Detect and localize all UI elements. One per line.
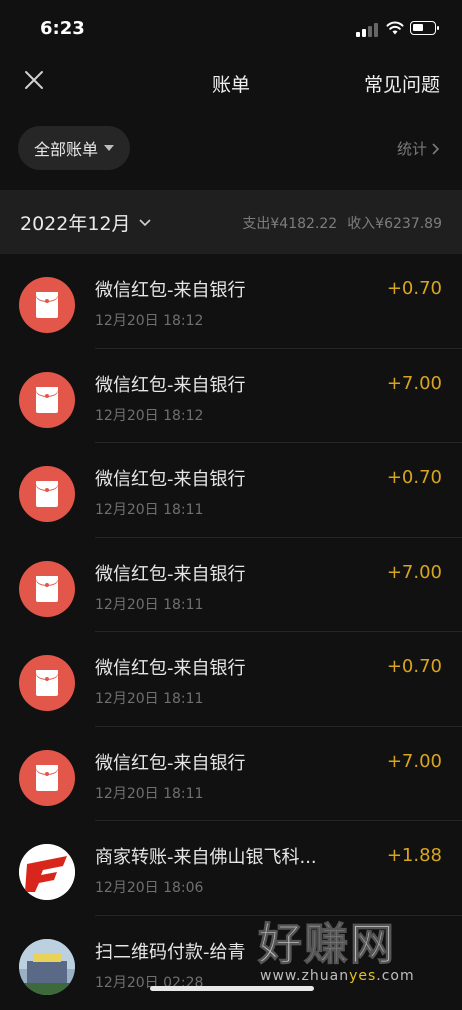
- transaction-amount: +1.88: [387, 845, 442, 866]
- stats-label: 统计: [397, 138, 427, 159]
- transaction-row[interactable]: 微信红包-来自银行 12月20日 18:11 +7.00: [0, 727, 462, 822]
- transaction-row[interactable]: 微信红包-来自银行 12月20日 18:11 +0.70: [0, 632, 462, 727]
- transaction-title: 商家转账-来自佛山银飞科...: [95, 843, 317, 869]
- transaction-amount: +0.70: [387, 278, 442, 299]
- faq-button[interactable]: 常见问题: [364, 70, 440, 97]
- transaction-title: 微信红包-来自银行: [95, 654, 246, 680]
- stats-button[interactable]: 统计: [397, 138, 440, 159]
- month-label: 2022年12月: [20, 209, 131, 236]
- bill-filter-dropdown[interactable]: 全部账单: [18, 126, 130, 170]
- status-bar: 6:23: [0, 0, 462, 58]
- red-packet-icon: [19, 277, 75, 333]
- transaction-row[interactable]: 微信红包-来自银行 12月20日 18:11 +0.70: [0, 443, 462, 538]
- watermark-url: www.zhuanyes.com: [260, 968, 415, 984]
- chevron-down-icon: [139, 219, 151, 227]
- status-time: 6:23: [40, 18, 85, 39]
- merchant-photo-icon: [19, 939, 75, 995]
- filter-row: 全部账单 统计: [0, 126, 462, 170]
- chevron-right-icon: [431, 142, 440, 156]
- transaction-amount: +7.00: [387, 373, 442, 394]
- signal-icon: [356, 21, 382, 37]
- transaction-time: 12月20日 18:11: [95, 783, 203, 803]
- home-indicator[interactable]: [150, 986, 314, 991]
- bill-filter-label: 全部账单: [34, 136, 98, 160]
- red-packet-icon: [19, 561, 75, 617]
- income-total: 收入¥6237.89: [347, 216, 442, 232]
- wifi-icon: [386, 20, 404, 36]
- transaction-time: 12月20日 18:06: [95, 877, 203, 897]
- watermark: 好赚网 www.zhuanyes.com: [240, 908, 462, 988]
- transaction-title: 扫二维码付款-给青: [95, 938, 246, 964]
- transaction-title: 微信红包-来自银行: [95, 560, 246, 586]
- red-packet-icon: [19, 750, 75, 806]
- nav-bar: 账单 常见问题: [0, 58, 462, 108]
- transaction-amount: +0.70: [387, 656, 442, 677]
- red-packet-icon: [19, 655, 75, 711]
- red-packet-icon: [19, 466, 75, 522]
- transaction-title: 微信红包-来自银行: [95, 465, 246, 491]
- caret-down-icon: [104, 145, 114, 151]
- battery-icon: [410, 21, 436, 35]
- transaction-time: 12月20日 18:11: [95, 688, 203, 708]
- transaction-list: 微信红包-来自银行 12月20日 18:12 +0.70 微信红包-来自银行 1…: [0, 254, 462, 1010]
- expense-total: 支出¥4182.22: [242, 216, 337, 232]
- transaction-time: 12月20日 18:11: [95, 594, 203, 614]
- transaction-amount: +7.00: [387, 562, 442, 583]
- transaction-amount: +7.00: [387, 751, 442, 772]
- transaction-title: 微信红包-来自银行: [95, 371, 246, 397]
- transaction-row[interactable]: 微信红包-来自银行 12月20日 18:11 +7.00: [0, 538, 462, 633]
- red-packet-icon: [19, 372, 75, 428]
- transaction-amount: +0.70: [387, 467, 442, 488]
- transaction-time: 12月20日 18:12: [95, 310, 203, 330]
- transaction-title: 微信红包-来自银行: [95, 749, 246, 775]
- month-totals: 支出¥4182.22 收入¥6237.89: [242, 213, 442, 233]
- month-selector[interactable]: 2022年12月: [20, 209, 151, 236]
- watermark-logo-text: 好赚网: [258, 908, 396, 972]
- merchant-logo-icon: [19, 844, 75, 900]
- transaction-time: 12月20日 18:12: [95, 405, 203, 425]
- transaction-row[interactable]: 微信红包-来自银行 12月20日 18:12 +7.00: [0, 349, 462, 444]
- transaction-title: 微信红包-来自银行: [95, 276, 246, 302]
- transaction-time: 12月20日 18:11: [95, 499, 203, 519]
- month-summary-bar: 2022年12月 支出¥4182.22 收入¥6237.89: [0, 190, 462, 254]
- transaction-row[interactable]: 商家转账-来自佛山银飞科... 12月20日 18:06 +1.88: [0, 821, 462, 916]
- transaction-row[interactable]: 微信红包-来自银行 12月20日 18:12 +0.70: [0, 254, 462, 349]
